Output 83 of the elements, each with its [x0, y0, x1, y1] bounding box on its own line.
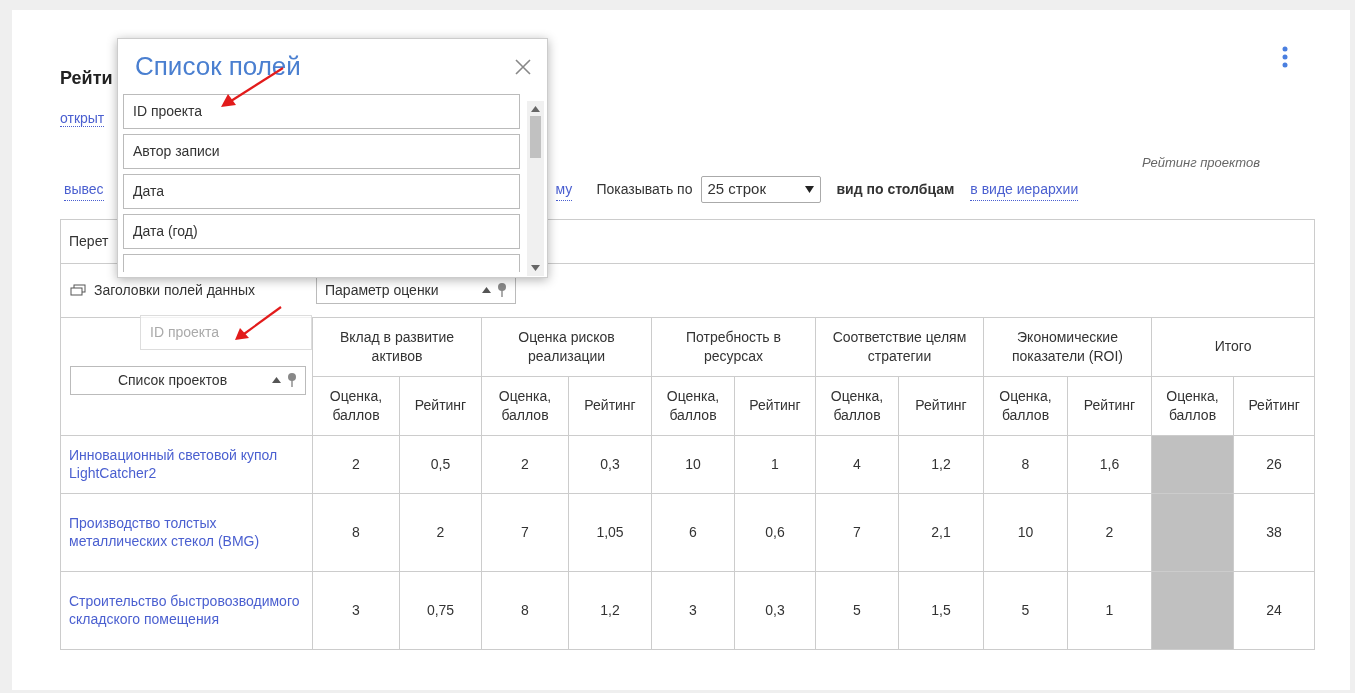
table-cell: 7 — [815, 493, 899, 571]
table-cell: 8 — [983, 435, 1068, 493]
column-group-header: Вклад в развитие активов — [312, 317, 482, 376]
column-header: Оценка, баллов — [815, 376, 899, 435]
column-header: Рейтинг — [898, 376, 984, 435]
column-group-header: Потребность в ресурсах — [651, 317, 816, 376]
column-group-header: Оценка рисков реализации — [481, 317, 652, 376]
more-menu-icon[interactable] — [1282, 46, 1288, 68]
column-group-header: Итого — [1151, 317, 1315, 376]
dialog-title: Список полей — [134, 50, 301, 83]
table-cell: 7 — [481, 493, 569, 571]
column-header: Рейтинг — [1233, 376, 1315, 435]
table-cell: 5 — [815, 571, 899, 649]
table-cell: 3 — [312, 571, 400, 649]
pin-icon[interactable] — [497, 282, 507, 298]
table-cell: 2 — [312, 435, 400, 493]
column-header: Рейтинг — [734, 376, 816, 435]
table-cell: 1 — [1067, 571, 1152, 649]
table-cell: 10 — [651, 435, 735, 493]
view-mode-label: вид по столбцам — [836, 180, 955, 199]
field-list-item[interactable]: ID проекта — [123, 94, 520, 129]
table-cell: 10 — [983, 493, 1068, 571]
row-link[interactable]: Инновационный световой купол LightCatcher2 — [60, 435, 313, 493]
table-cell: 0,3 — [568, 435, 652, 493]
table-cell: 1,5 — [898, 571, 984, 649]
table-cell: 8 — [481, 571, 569, 649]
table-cell: 2 — [1067, 493, 1152, 571]
column-header: Оценка, баллов — [651, 376, 735, 435]
column-group-header: Соответствие целям стратегии — [815, 317, 984, 376]
page-size-label: Показывать по — [596, 180, 693, 199]
table-cell: 2,1 — [898, 493, 984, 571]
column-header: Рейтинг — [568, 376, 652, 435]
page-size-select[interactable]: 25 строк — [700, 176, 821, 203]
table-cell: 6 — [651, 493, 735, 571]
table-cell: 0,6 — [734, 493, 816, 571]
table-cell: 1,6 — [1067, 435, 1152, 493]
field-list-item[interactable]: Дата — [123, 174, 520, 209]
row-link[interactable]: Строительство быстровозводимого складского помещения — [60, 571, 313, 649]
column-header: Рейтинг — [1067, 376, 1152, 435]
open-link[interactable]: открыт — [60, 110, 105, 127]
pin-icon[interactable] — [287, 372, 297, 389]
view-mode-link[interactable]: в виде иерархии — [970, 178, 1079, 201]
annotation-arrow — [232, 305, 284, 343]
table-cell: 1,2 — [898, 435, 984, 493]
table-cell: 4 — [815, 435, 899, 493]
chart-caption: Рейтинг проектов — [1141, 155, 1260, 170]
table-cell: 26 — [1233, 435, 1315, 493]
table-cell: 1,05 — [568, 493, 652, 571]
sort-ascending-icon[interactable] — [272, 377, 281, 384]
scrollbar-thumb[interactable] — [530, 116, 541, 158]
column-header: Оценка, баллов — [481, 376, 569, 435]
column-header: Рейтинг — [399, 376, 482, 435]
table-cell: 1,2 — [568, 571, 652, 649]
dropdown-caret-icon[interactable] — [804, 186, 814, 193]
close-icon[interactable] — [515, 58, 531, 75]
table-cell: 0,5 — [399, 435, 482, 493]
table-cell: 3 — [651, 571, 735, 649]
toolbar-link[interactable]: му — [555, 178, 573, 201]
scroll-down-icon[interactable] — [531, 265, 540, 271]
table-cell: 2 — [399, 493, 482, 571]
column-header: Оценка, баллов — [1151, 376, 1234, 435]
scroll-up-icon[interactable] — [531, 106, 540, 112]
table-cell: 8 — [312, 493, 400, 571]
toolbar-link[interactable]: вывес — [64, 178, 104, 201]
row-field-button[interactable]: Список проектов — [70, 366, 306, 395]
field-list-item[interactable]: Дата (год) — [123, 214, 520, 249]
column-group-header: Экономические показатели (ROI) — [983, 317, 1152, 376]
table-cell: 0,3 — [734, 571, 816, 649]
table-cell: 0,75 — [399, 571, 482, 649]
table-cell: 1 — [734, 435, 816, 493]
data-headers-label: Заголовки полей данных — [94, 280, 256, 300]
table-cell: 5 — [983, 571, 1068, 649]
row-link[interactable]: Производство толстых металлических стекол (BMG) — [60, 493, 313, 571]
table-cell: 2 — [481, 435, 569, 493]
scrollbar[interactable] — [527, 101, 544, 276]
table-cell: 38 — [1233, 493, 1315, 571]
windows-icon[interactable] — [70, 284, 86, 296]
sort-ascending-icon[interactable] — [482, 287, 491, 293]
column-header: Оценка, баллов — [312, 376, 400, 435]
field-list-item[interactable]: Автор записи — [123, 134, 520, 169]
column-header: Оценка, баллов — [983, 376, 1068, 435]
page-title: Рейти — [60, 67, 113, 90]
table-cell: 24 — [1233, 571, 1315, 649]
